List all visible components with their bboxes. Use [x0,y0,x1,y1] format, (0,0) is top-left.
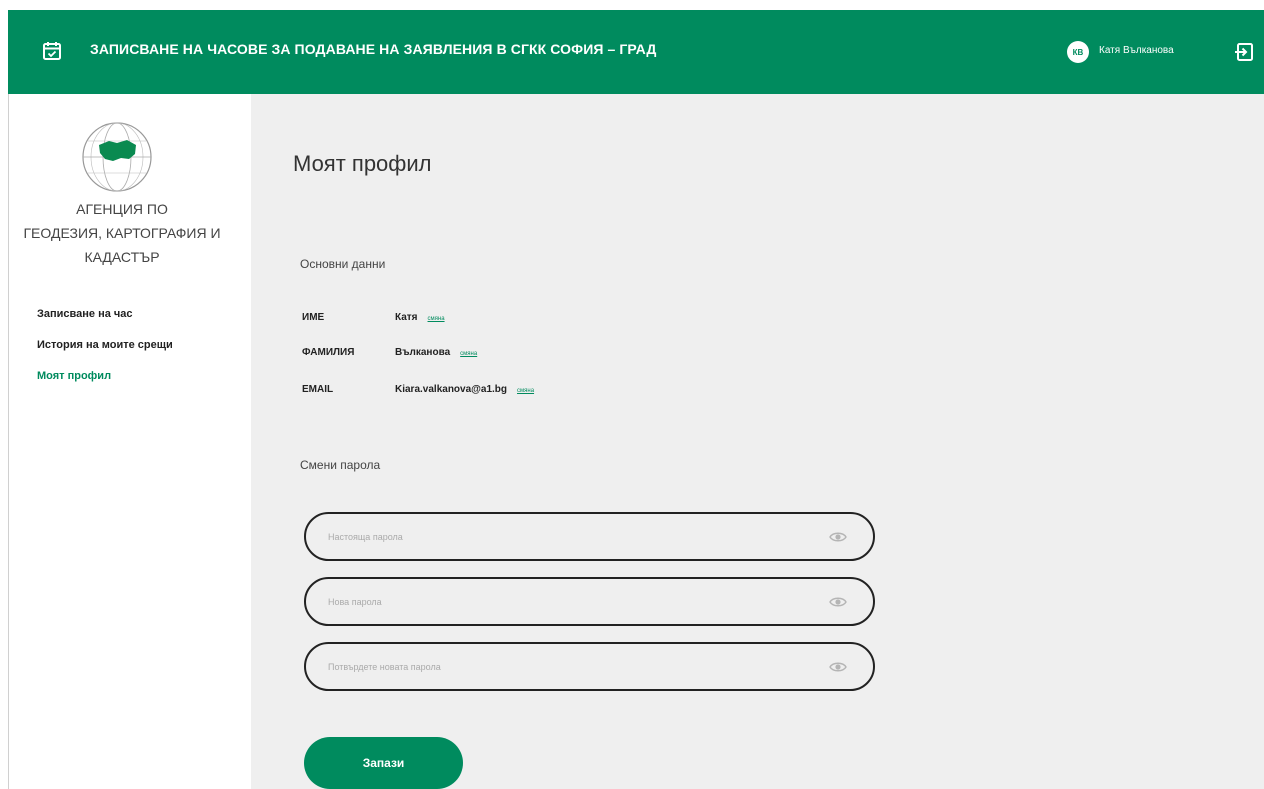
app-window: ЗАПИСВАНЕ НА ЧАСОВЕ ЗА ПОДАВАНЕ НА ЗАЯВЛ… [0,0,1264,789]
user-avatar[interactable]: КВ [1067,41,1089,63]
new-password-input[interactable] [328,596,808,607]
change-email-link[interactable]: смяна [517,388,534,394]
last-name-value: Вълканова [395,347,451,358]
sidebar: АГЕНЦИЯ ПО ГЕОДЕЗИЯ, КАРТОГРАФИЯ И КАДАС… [8,94,251,789]
sidebar-item-my-profile[interactable]: Моят профил [37,369,173,400]
agency-line-1: АГЕНЦИЯ ПО [76,201,168,217]
page-title: Моят профил [293,151,432,176]
change-password-heading: Смени парола [300,458,381,472]
email-value: Kiara.valkanova@a1.bg [395,384,508,395]
top-strip [0,0,1264,10]
eye-icon[interactable] [829,658,847,676]
eye-icon[interactable] [829,593,847,611]
logout-icon[interactable] [1234,42,1254,62]
sidebar-item-meeting-history[interactable]: История на моите срещи [37,338,173,369]
first-name-row: ИМЕ Катя смяна [302,312,445,323]
first-name-label: ИМЕ [302,312,325,323]
save-button[interactable]: Запази [304,737,463,789]
email-row: EMAIL Kiara.valkanova@a1.bg смяна [302,384,534,395]
last-name-row: ФАМИЛИЯ Вълканова смяна [302,347,477,358]
current-password-field[interactable] [304,512,875,561]
calendar-check-icon [43,42,61,60]
new-password-field[interactable] [304,577,875,626]
last-name-label: ФАМИЛИЯ [302,347,355,358]
basic-data-heading: Основни данни [300,257,386,271]
user-name[interactable]: Катя Вълканова [1099,45,1174,56]
app-title: ЗАПИСВАНЕ НА ЧАСОВЕ ЗА ПОДАВАНЕ НА ЗАЯВЛ… [90,41,657,57]
agency-line-2: ГЕОДЕЗИЯ, КАРТОГРАФИЯ И [23,225,221,241]
confirm-password-field[interactable] [304,642,875,691]
main-content: Моят профил Основни данни ИМЕ Катя смяна… [251,94,1264,789]
app-header: ЗАПИСВАНЕ НА ЧАСОВЕ ЗА ПОДАВАНЕ НА ЗАЯВЛ… [8,10,1264,94]
sidebar-nav: Записване на час История на моите срещи … [37,307,173,400]
sidebar-item-book-appointment[interactable]: Записване на час [37,307,173,338]
change-last-name-link[interactable]: смяна [460,351,477,357]
email-label: EMAIL [302,384,334,395]
change-first-name-link[interactable]: смяна [428,316,445,322]
eye-icon[interactable] [829,528,847,546]
current-password-input[interactable] [328,531,808,542]
first-name-value: Катя [395,312,418,323]
confirm-password-input[interactable] [328,661,808,672]
agency-line-3: КАДАСТЪР [84,249,160,265]
agency-name: АГЕНЦИЯ ПО ГЕОДЕЗИЯ, КАРТОГРАФИЯ И КАДАС… [0,197,247,269]
agency-globe-logo [82,122,152,192]
